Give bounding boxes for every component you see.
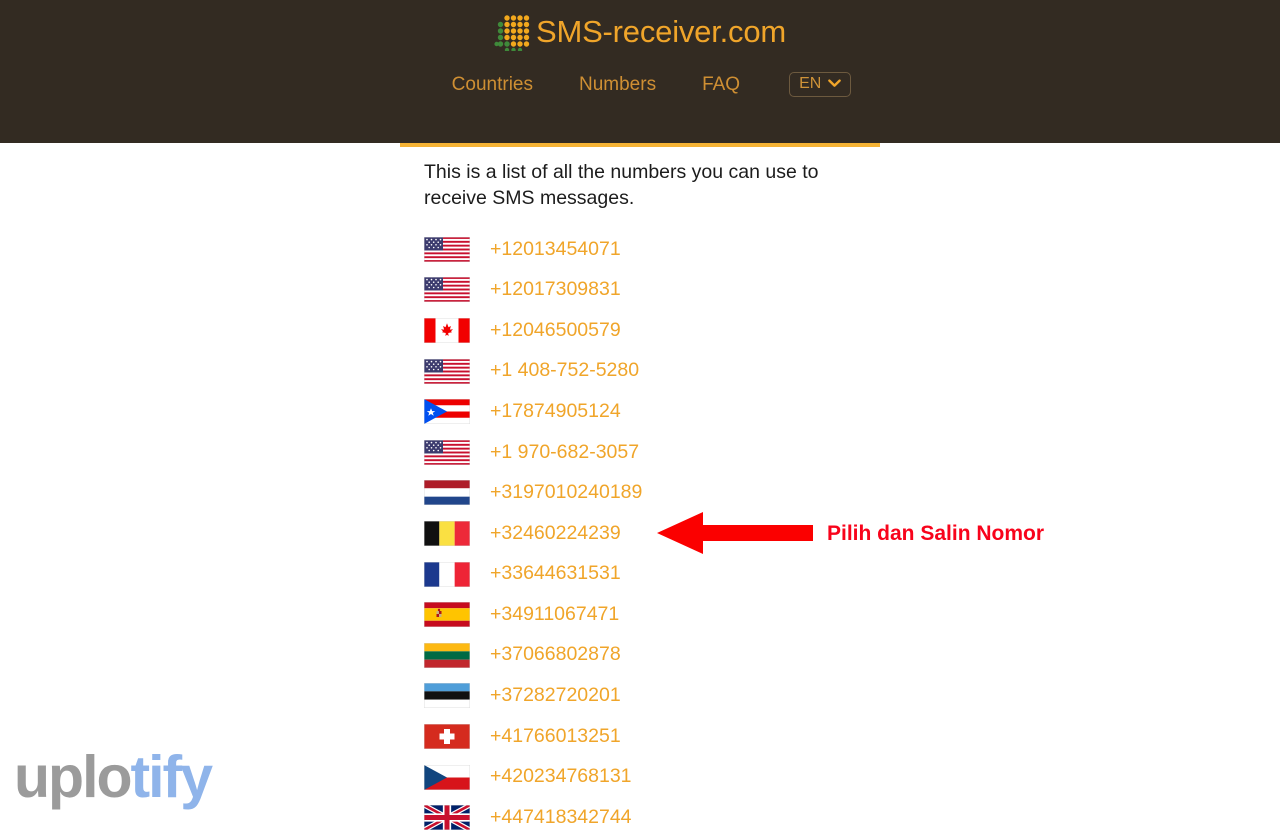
list-item[interactable]: +420234768131 bbox=[400, 757, 880, 798]
number-link[interactable]: +3197010240189 bbox=[490, 483, 642, 503]
number-list: +12013454071 +12017309831 +12046500579 +… bbox=[400, 229, 880, 830]
flag-gb-icon bbox=[424, 805, 470, 830]
language-code: EN bbox=[799, 74, 822, 92]
list-item[interactable]: +1 970-682-3057 bbox=[400, 432, 880, 473]
list-item[interactable]: +17874905124 bbox=[400, 391, 880, 432]
number-link[interactable]: +37282720201 bbox=[490, 686, 621, 706]
number-link[interactable]: +1 970-682-3057 bbox=[490, 442, 639, 463]
list-item[interactable]: +447418342744 bbox=[400, 797, 880, 830]
main-nav: Countries Numbers FAQ EN bbox=[0, 64, 1280, 104]
watermark-part-one: uplo bbox=[14, 744, 133, 810]
site-header: SMS-receiver.com Countries Numbers FAQ E… bbox=[0, 0, 1280, 143]
flag-ca-icon bbox=[424, 317, 470, 343]
number-link[interactable]: +447418342744 bbox=[490, 807, 632, 828]
language-selector[interactable]: EN bbox=[789, 71, 852, 97]
number-link[interactable]: +12046500579 bbox=[490, 320, 621, 341]
list-item[interactable]: +12017309831 bbox=[400, 270, 880, 311]
flag-us-icon bbox=[424, 277, 470, 303]
uplotify-watermark: uplotify bbox=[14, 748, 213, 807]
intro-text: This is a list of all the numbers you ca… bbox=[424, 161, 819, 209]
brand[interactable]: SMS-receiver.com bbox=[0, 8, 1280, 54]
list-item[interactable]: +41766013251 bbox=[400, 716, 880, 757]
flag-us-icon bbox=[424, 358, 470, 384]
flag-ee-icon bbox=[424, 683, 470, 709]
nav-link-faq[interactable]: FAQ bbox=[679, 75, 763, 94]
flag-fr-icon bbox=[424, 561, 470, 587]
list-item[interactable]: +34911067471 bbox=[400, 594, 880, 635]
list-item[interactable]: +32460224239 bbox=[400, 513, 880, 554]
nav-link-numbers[interactable]: Numbers bbox=[556, 75, 679, 94]
number-link[interactable]: +37066802878 bbox=[490, 645, 621, 665]
number-link[interactable]: +420234768131 bbox=[490, 767, 632, 787]
flag-us-icon bbox=[424, 439, 470, 465]
flag-es-icon bbox=[424, 602, 470, 628]
number-link[interactable]: +34911067471 bbox=[490, 604, 619, 625]
brand-name: SMS-receiver.com bbox=[535, 13, 787, 49]
flag-be-icon bbox=[424, 520, 470, 546]
flag-us-icon bbox=[424, 236, 470, 262]
list-item[interactable]: +12013454071 bbox=[400, 229, 880, 270]
list-item[interactable]: +37066802878 bbox=[400, 635, 880, 676]
list-item[interactable]: +33644631531 bbox=[400, 554, 880, 595]
flag-ch-icon bbox=[424, 723, 470, 749]
number-link[interactable]: +41766013251 bbox=[490, 726, 621, 747]
flag-lt-icon bbox=[424, 642, 470, 668]
chevron-down-icon bbox=[828, 79, 842, 87]
list-item[interactable]: +12046500579 bbox=[400, 310, 880, 351]
watermark-part-two: tify bbox=[130, 744, 213, 810]
number-link[interactable]: +1 408-752-5280 bbox=[490, 361, 639, 381]
number-link[interactable]: +12013454071 bbox=[490, 239, 621, 260]
dot-matrix-logo-icon bbox=[494, 15, 530, 51]
list-item[interactable]: +37282720201 bbox=[400, 676, 880, 717]
content-column: This is a list of all the numbers you ca… bbox=[400, 143, 880, 830]
list-item[interactable]: +1 408-752-5280 bbox=[400, 351, 880, 392]
page-root: SMS-receiver.com Countries Numbers FAQ E… bbox=[0, 0, 1280, 830]
number-link[interactable]: +17874905124 bbox=[490, 401, 621, 422]
flag-pr-icon bbox=[424, 399, 470, 425]
flag-nl-icon bbox=[424, 480, 470, 506]
number-link[interactable]: +33644631531 bbox=[490, 564, 621, 584]
number-link[interactable]: +12017309831 bbox=[490, 280, 621, 300]
number-link[interactable]: +32460224239 bbox=[490, 523, 621, 544]
nav-link-countries[interactable]: Countries bbox=[429, 75, 556, 94]
flag-cz-icon bbox=[424, 764, 470, 790]
list-item[interactable]: +3197010240189 bbox=[400, 473, 880, 514]
